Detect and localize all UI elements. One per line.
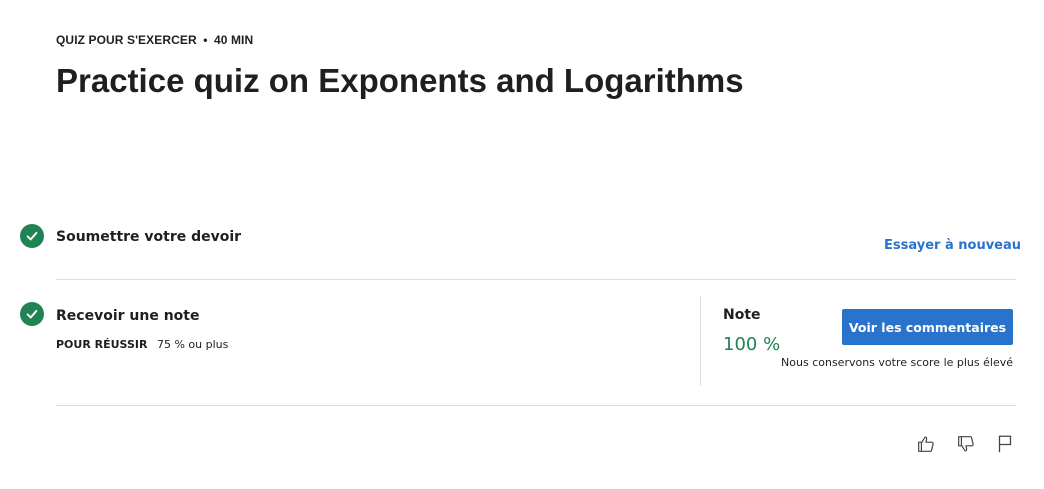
quiz-type-label: QUIZ POUR S'EXERCER xyxy=(56,33,197,47)
quiz-duration: 40 MIN xyxy=(213,33,254,47)
thumbs-up-icon[interactable] xyxy=(914,432,938,456)
pass-requirement-value: 75 % ou plus xyxy=(156,338,229,351)
pass-requirement: POUR RÉUSSIR 75 % ou plus xyxy=(56,338,228,351)
meta-separator: • xyxy=(203,33,208,47)
submit-step-label: Soumettre votre devoir xyxy=(56,229,242,245)
highest-score-note: Nous conservons votre score le plus élev… xyxy=(781,356,1013,369)
pass-requirement-label: POUR RÉUSSIR xyxy=(56,338,148,351)
submit-complete-check-icon xyxy=(20,224,44,248)
grade-value: 100 % xyxy=(723,334,781,355)
grade-complete-check-icon xyxy=(20,302,44,326)
section-divider xyxy=(56,279,1016,280)
thumbs-down-icon[interactable] xyxy=(954,432,978,456)
retry-link[interactable]: Essayer à nouveau xyxy=(884,238,1021,253)
grade-label: Note xyxy=(723,307,761,323)
quiz-meta: QUIZ POUR S'EXERCER • 40 MIN xyxy=(56,33,253,47)
page-title: Practice quiz on Exponents and Logarithm… xyxy=(56,62,744,99)
view-feedback-button[interactable]: Voir les commentaires xyxy=(842,309,1013,345)
flag-icon[interactable] xyxy=(993,432,1017,456)
section-divider xyxy=(56,405,1016,406)
quiz-summary-page: QUIZ POUR S'EXERCER • 40 MIN Practice qu… xyxy=(0,0,1044,489)
grade-column-divider xyxy=(700,296,701,386)
grade-step-label: Recevoir une note xyxy=(56,308,200,324)
